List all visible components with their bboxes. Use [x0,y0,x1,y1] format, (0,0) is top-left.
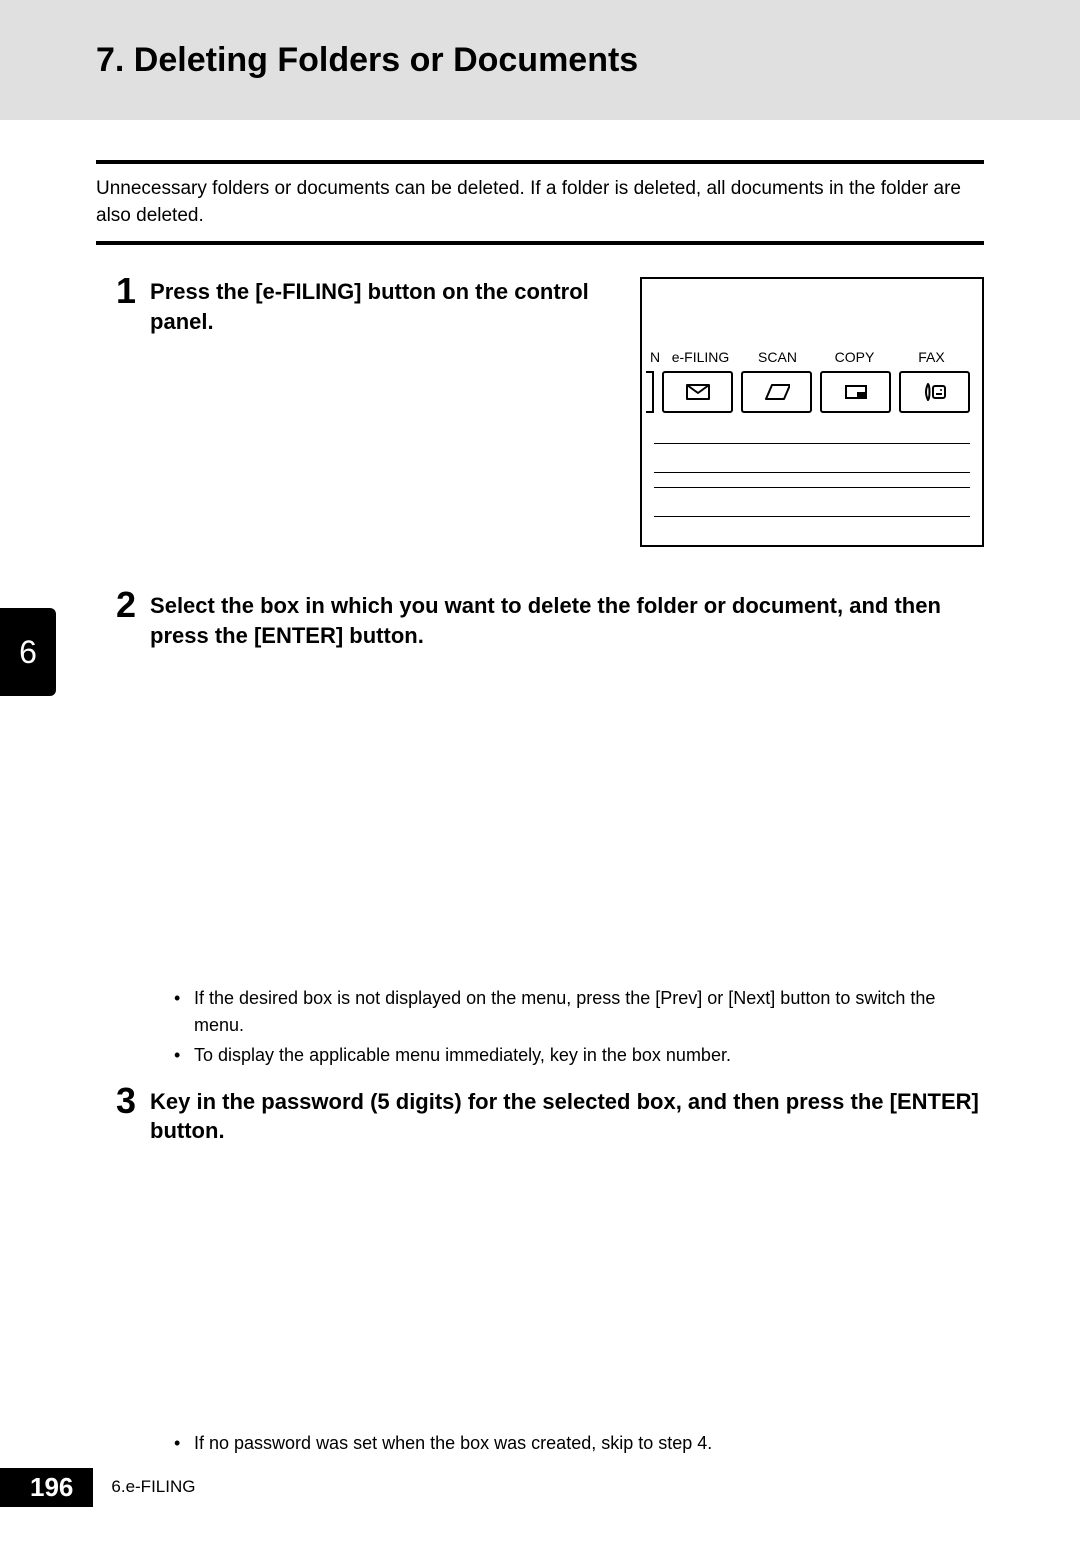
bullet-item: If no password was set when the box was … [174,1430,984,1457]
envelope-icon [685,381,711,403]
fax-icon [922,381,948,403]
panel-button-scan [741,371,812,413]
intro-block: Unnecessary folders or documents can be … [96,160,984,245]
page-footer: 196 6.e-FILING [0,1468,195,1507]
bullet-item: To display the applicable menu immediate… [174,1042,984,1069]
step-number-1: 1 [116,273,136,309]
footer-section-label: 6.e-FILING [111,1477,195,1497]
panel-strip-2 [654,487,970,517]
step-2-title: Select the box in which you want to dele… [150,587,984,650]
scan-icon [764,381,790,403]
control-panel-figure: N e-FILING SCAN COPY FAX [640,277,984,547]
intro-text: Unnecessary folders or documents can be … [96,176,984,229]
panel-n-label: N [648,349,662,365]
step-3: 3 Key in the password (5 digits) for the… [116,1083,984,1146]
chapter-tab-number: 6 [19,634,37,671]
page-number: 196 [0,1468,93,1507]
panel-label-copy: COPY [816,349,893,365]
step-3-bullets: If no password was set when the box was … [174,1430,984,1457]
panel-side-fragment [646,371,654,413]
chapter-tab: 6 [0,608,56,696]
panel-button-fax [899,371,970,413]
panel-label-scan: SCAN [739,349,816,365]
panel-label-efiling: e-FILING [662,349,739,365]
panel-strip-1 [654,443,970,473]
step-number-2: 2 [116,587,136,623]
bullet-item: If the desired box is not displayed on t… [174,985,984,1039]
panel-button-copy [820,371,891,413]
step-2: 2 Select the box in which you want to de… [116,587,984,650]
page-header: 7. Deleting Folders or Documents [0,0,1080,120]
step-3-title: Key in the password (5 digits) for the s… [150,1083,984,1146]
copy-icon [843,381,869,403]
step-number-3: 3 [116,1083,136,1119]
panel-label-fax: FAX [893,349,970,365]
step-1-title: Press the [e-FILING] button on the contr… [150,273,620,336]
panel-button-efiling [662,371,733,413]
page-title: 7. Deleting Folders or Documents [96,41,638,80]
step-1: 1 Press the [e-FILING] button on the con… [116,273,984,547]
step-2-bullets: If the desired box is not displayed on t… [174,985,984,1069]
